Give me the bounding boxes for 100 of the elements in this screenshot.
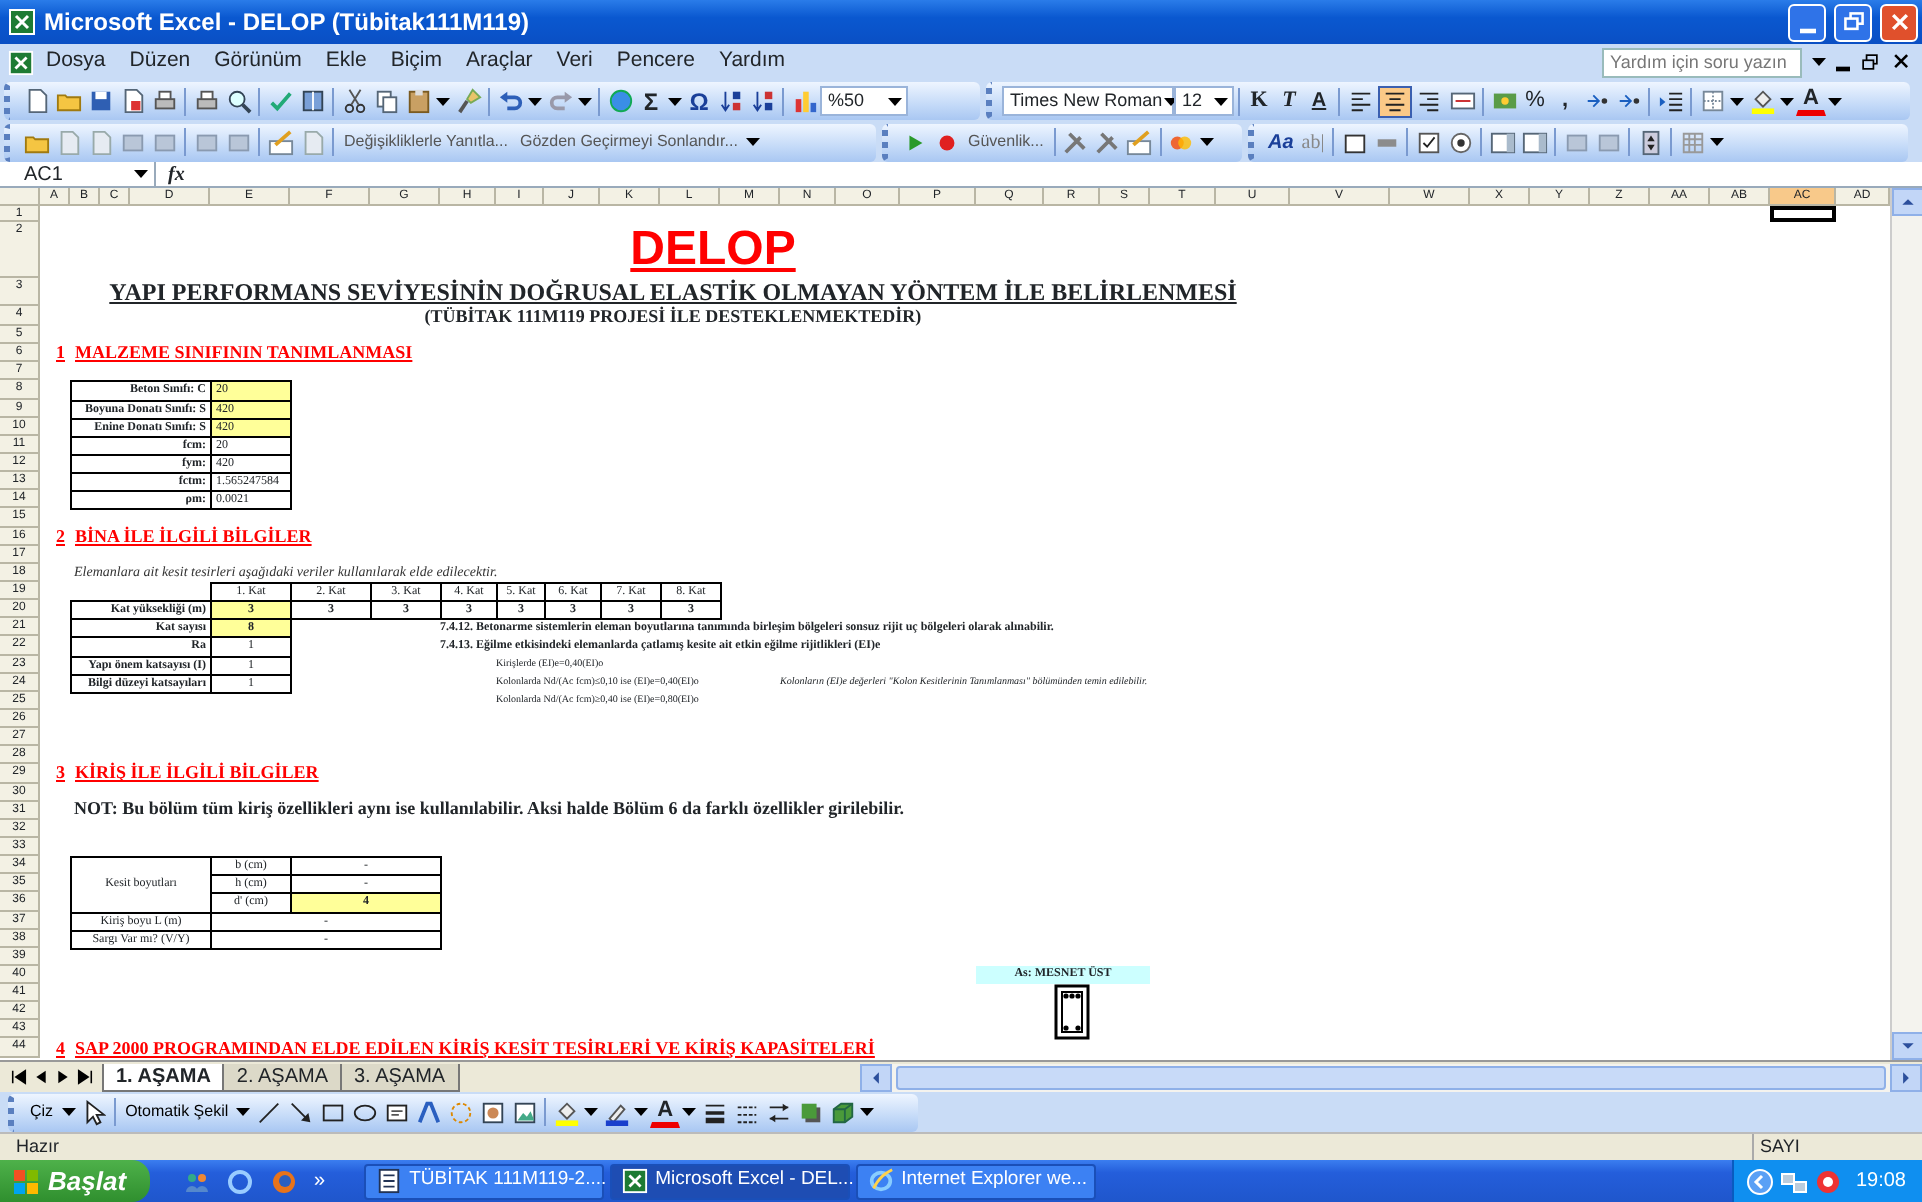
arrow-icon[interactable]: [287, 1099, 314, 1125]
borders-icon[interactable]: [1699, 88, 1725, 114]
caret-icon[interactable]: [436, 97, 450, 105]
font-field[interactable]: Times New Roman: [1002, 86, 1174, 116]
indent-icon[interactable]: [1657, 88, 1683, 114]
caret-icon[interactable]: [668, 97, 682, 105]
text-box-icon[interactable]: [383, 1099, 410, 1125]
taskbar-button[interactable]: Internet Explorer we...: [855, 1163, 1096, 1199]
globe-icon[interactable]: [607, 88, 633, 114]
spreadsheet-icon[interactable]: [8, 49, 34, 75]
document-icon[interactable]: [23, 88, 49, 114]
caret-icon[interactable]: [1828, 97, 1842, 105]
fill-bucket-icon[interactable]: [553, 1099, 580, 1125]
magnifier-icon[interactable]: [225, 88, 251, 114]
banknote-icon[interactable]: [1491, 88, 1517, 114]
caret-icon[interactable]: [134, 170, 148, 178]
printer-icon[interactable]: [151, 88, 177, 114]
vertical-scrollbar[interactable]: [1890, 188, 1922, 1060]
brush-icon[interactable]: [455, 88, 481, 114]
clipboard-icon[interactable]: [405, 88, 431, 114]
security-button[interactable]: Güvenlik...: [962, 130, 1050, 154]
minimize-button[interactable]: [1788, 3, 1826, 41]
menu-item[interactable]: Araçlar: [454, 46, 545, 78]
letter-icon[interactable]: [415, 1099, 442, 1125]
caret-icon[interactable]: [1199, 138, 1214, 146]
checkmark-icon[interactable]: [267, 88, 293, 114]
underline-button[interactable]: A: [1304, 85, 1334, 117]
sheet-tab[interactable]: 1. AŞAMA: [102, 1063, 225, 1091]
menu-item[interactable]: Biçim: [378, 46, 455, 78]
spinner-icon[interactable]: [1637, 129, 1664, 155]
pencil-icon[interactable]: [1126, 129, 1153, 155]
caret-icon[interactable]: [1710, 138, 1725, 146]
list-box-icon[interactable]: [1489, 129, 1516, 155]
bar-chart-icon[interactable]: [791, 88, 817, 114]
caret-icon[interactable]: [888, 97, 902, 105]
menu-item[interactable]: Ekle: [313, 46, 379, 78]
restore-icon[interactable]: [1858, 50, 1882, 74]
symbol-button[interactable]: Ω: [684, 85, 714, 117]
zoom-field[interactable]: %50: [820, 86, 908, 116]
undo-icon[interactable]: [497, 88, 523, 114]
caret-icon[interactable]: [634, 1108, 649, 1116]
caret-icon[interactable]: [584, 1108, 599, 1116]
autoshapes-button[interactable]: Otomatik Şekil: [119, 1100, 235, 1124]
sort-icon[interactable]: [717, 88, 743, 114]
function-button[interactable]: fx: [156, 159, 197, 189]
font-color-button[interactable]: A: [1796, 86, 1826, 116]
percent-button[interactable]: %: [1520, 85, 1550, 117]
tools-icon[interactable]: [1062, 129, 1089, 155]
caret-icon[interactable]: [1780, 97, 1794, 105]
checkbox-icon[interactable]: [1415, 129, 1442, 155]
sheet-tab[interactable]: 2. AŞAMA: [222, 1063, 342, 1091]
caret-icon[interactable]: [1812, 58, 1826, 66]
sort-icon[interactable]: [749, 88, 775, 114]
caret-icon[interactable]: [61, 1108, 76, 1116]
help-search-field[interactable]: Yardım için soru yazın: [1602, 47, 1802, 77]
reply-changes-button[interactable]: Değişikliklerle Yanıtla...: [338, 130, 514, 154]
radio-icon[interactable]: [1447, 129, 1474, 155]
tools-icon[interactable]: [1094, 129, 1121, 155]
bold-button[interactable]: K: [1244, 85, 1274, 117]
menu-item[interactable]: Yardım: [706, 46, 798, 78]
caret-icon[interactable]: [745, 138, 760, 146]
ring-icon[interactable]: [226, 1167, 255, 1195]
network-icon[interactable]: [1779, 1167, 1808, 1195]
double-arrow-icon[interactable]: [765, 1099, 792, 1125]
font-size-field[interactable]: 12: [1174, 86, 1234, 116]
cube-icon[interactable]: [829, 1099, 856, 1125]
caret-icon[interactable]: [682, 1108, 697, 1116]
taskbar-button[interactable]: TÜBİTAK 111M119-2....: [363, 1163, 604, 1199]
taskbar-button[interactable]: Microsoft Excel - DEL...: [609, 1163, 850, 1199]
close-button[interactable]: [1880, 3, 1918, 41]
printer-icon[interactable]: [193, 88, 219, 114]
italic-button[interactable]: T: [1274, 85, 1304, 117]
copy-icon[interactable]: [373, 88, 399, 114]
list-box-icon[interactable]: [1521, 129, 1548, 155]
frame-icon[interactable]: [1341, 129, 1368, 155]
picture-frame-icon[interactable]: [479, 1099, 506, 1125]
align-right-icon[interactable]: [1416, 88, 1442, 114]
pen-icon[interactable]: [603, 1099, 630, 1125]
align-left-icon[interactable]: [1348, 88, 1374, 114]
document-lock-icon[interactable]: [119, 88, 145, 114]
menu-item[interactable]: Düzen: [117, 46, 203, 78]
first-sheet-icon[interactable]: [8, 1066, 30, 1088]
align-center-icon[interactable]: [1382, 88, 1408, 114]
picture-icon[interactable]: [511, 1099, 538, 1125]
menu-item[interactable]: Görünüm: [202, 46, 314, 78]
caret-icon[interactable]: [860, 1108, 875, 1116]
horizontal-scrollbar[interactable]: [859, 1063, 1922, 1091]
fill-bucket-icon[interactable]: [1749, 88, 1775, 114]
caret-icon[interactable]: [236, 1108, 251, 1116]
minimize-icon[interactable]: [1836, 65, 1850, 71]
sum-button[interactable]: Σ: [636, 85, 666, 117]
restore-button[interactable]: [1834, 3, 1872, 41]
caret-icon[interactable]: [528, 97, 542, 105]
shadow-square-icon[interactable]: [797, 1099, 824, 1125]
caret-icon[interactable]: [578, 97, 592, 105]
end-review-button[interactable]: Gözden Geçirmeyi Sonlandır...: [513, 130, 744, 154]
menu-item[interactable]: Pencere: [604, 46, 707, 78]
close-icon[interactable]: [1890, 50, 1914, 74]
caret-icon[interactable]: [1214, 97, 1228, 105]
line-weights-icon[interactable]: [701, 1099, 728, 1125]
